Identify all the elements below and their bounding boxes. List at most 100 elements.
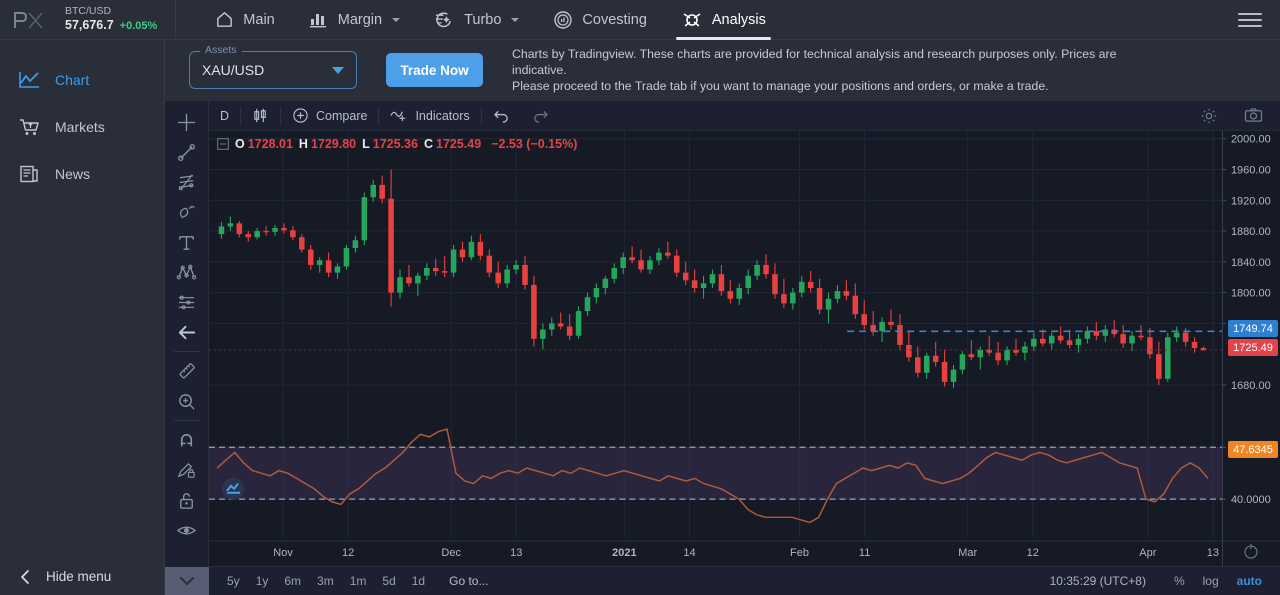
- range-5y[interactable]: 5y: [219, 574, 248, 588]
- percent-scale-button[interactable]: %: [1166, 574, 1193, 588]
- indicators-label: Indicators: [415, 109, 469, 123]
- hide-menu-label: Hide menu: [46, 569, 111, 584]
- main-nav: Main Margin: [198, 0, 783, 40]
- legend-h-label: H: [299, 137, 308, 151]
- ticker-change: +0.05%: [120, 19, 158, 34]
- log-scale-button[interactable]: log: [1195, 574, 1227, 588]
- brush-icon[interactable]: [165, 197, 209, 227]
- redo-button[interactable]: [521, 101, 560, 131]
- svg-text:11: 11: [859, 547, 870, 559]
- svg-text:1880.00: 1880.00: [1231, 226, 1271, 238]
- lock-icon[interactable]: [165, 485, 209, 515]
- compare-button[interactable]: Compare: [281, 101, 378, 131]
- ticker-btc-usd[interactable]: BTC/USD 57,676.7 +0.05%: [55, 0, 176, 40]
- cart-icon: [18, 117, 41, 137]
- indicators-button[interactable]: Indicators: [379, 101, 480, 131]
- nav-item-covesting[interactable]: Covesting: [536, 0, 663, 40]
- svg-text:2000.00: 2000.00: [1231, 134, 1271, 146]
- sidebar-label-chart: Chart: [55, 72, 89, 88]
- svg-text:14: 14: [683, 547, 695, 559]
- legend-l-label: L: [362, 137, 370, 151]
- sidebar-item-markets[interactable]: Markets: [18, 113, 164, 141]
- undo-icon: [493, 108, 510, 123]
- go-to-button[interactable]: Go to...: [449, 574, 488, 588]
- hamburger-icon[interactable]: [1238, 9, 1262, 31]
- chart-settings-button[interactable]: [1189, 101, 1229, 131]
- chart-type-button[interactable]: [241, 101, 280, 131]
- camera-icon: [1244, 107, 1263, 124]
- plus-circle-icon: [292, 107, 309, 124]
- svg-text:Dec: Dec: [441, 547, 461, 559]
- minus-box-icon[interactable]: [217, 138, 229, 150]
- range-6m[interactable]: 6m: [276, 574, 309, 588]
- assets-label: Assets: [200, 44, 242, 56]
- svg-text:2021: 2021: [612, 547, 636, 559]
- sidebar-label-markets: Markets: [55, 119, 105, 135]
- svg-text:Mar: Mar: [958, 547, 977, 559]
- disclaimer-line-2: Please proceed to the Trade tab if you w…: [512, 78, 1162, 94]
- interval-button[interactable]: D: [209, 101, 240, 131]
- nav-label-covesting: Covesting: [582, 12, 646, 28]
- sidebar-item-chart[interactable]: Chart: [18, 66, 164, 94]
- text-tool-icon[interactable]: [165, 227, 209, 257]
- range-3m[interactable]: 3m: [309, 574, 342, 588]
- pattern-icon[interactable]: [165, 257, 209, 287]
- fib-retracement-icon[interactable]: [165, 167, 209, 197]
- legend-o-value: 1728.01: [248, 137, 293, 151]
- nav-label-margin: Margin: [338, 12, 382, 28]
- ticker-price: 57,676.7: [65, 18, 114, 33]
- legend-l-value: 1725.36: [373, 137, 418, 151]
- svg-text:40.0000: 40.0000: [1231, 494, 1271, 506]
- news-icon: [18, 164, 41, 184]
- nav-item-main[interactable]: Main: [198, 0, 291, 40]
- range-1d[interactable]: 1d: [404, 574, 433, 588]
- covesting-icon: [553, 10, 573, 30]
- snapshot-button[interactable]: [1233, 101, 1274, 131]
- chart-clock: 10:35:29 (UTC+8): [1050, 574, 1146, 588]
- arrow-marker-icon[interactable]: [165, 317, 209, 347]
- nav-item-turbo[interactable]: Turbo: [417, 0, 536, 40]
- legend-change: −2.53 (−0.15%): [491, 137, 577, 151]
- rsi-value-badge: 47.6345: [1228, 441, 1278, 458]
- svg-text:Nov: Nov: [273, 547, 293, 559]
- toolbar-divider: [174, 420, 200, 421]
- forecast-icon[interactable]: [165, 287, 209, 317]
- lock-drawings-icon[interactable]: [165, 455, 209, 485]
- sidebar-label-news: News: [55, 166, 90, 182]
- chart-canvas[interactable]: 2000.001960.001920.001880.001840.001800.…: [209, 131, 1280, 566]
- hide-menu-button[interactable]: Hide menu: [0, 558, 164, 595]
- sidebar-item-news[interactable]: News: [18, 160, 164, 188]
- chevron-down-icon[interactable]: [165, 567, 209, 595]
- crosshair-cursor-icon[interactable]: [165, 107, 209, 137]
- top-navigation-bar: BTC/USD 57,676.7 +0.05% Main: [0, 0, 1280, 40]
- auto-scale-button[interactable]: auto: [1229, 574, 1270, 588]
- undo-button[interactable]: [482, 101, 521, 131]
- home-icon: [215, 10, 234, 29]
- range-1m[interactable]: 1m: [342, 574, 375, 588]
- chevron-left-icon: [18, 569, 32, 585]
- px-logo[interactable]: [0, 8, 55, 32]
- trend-line-icon[interactable]: [165, 137, 209, 167]
- nav-label-analysis: Analysis: [712, 12, 766, 28]
- chart-container: D Compare: [165, 100, 1280, 595]
- nav-item-margin[interactable]: Margin: [292, 0, 417, 40]
- page-body: Chart Markets: [0, 40, 1280, 595]
- eye-icon[interactable]: [165, 515, 209, 545]
- svg-text:1960.00: 1960.00: [1231, 164, 1271, 176]
- chart-section: Assets XAU/USD Trade Now Charts by Tradi…: [165, 40, 1280, 595]
- trading-platform-app: BTC/USD 57,676.7 +0.05% Main: [0, 0, 1280, 595]
- range-5d[interactable]: 5d: [374, 574, 403, 588]
- trade-now-button[interactable]: Trade Now: [386, 53, 483, 87]
- ruler-icon[interactable]: [165, 356, 209, 386]
- svg-text:12: 12: [342, 547, 354, 559]
- zoom-in-icon[interactable]: [165, 386, 209, 416]
- redo-icon: [532, 108, 549, 123]
- bars-icon: [309, 10, 329, 29]
- analysis-icon: [681, 10, 703, 30]
- assets-select[interactable]: Assets XAU/USD: [189, 51, 357, 89]
- magnet-icon[interactable]: [165, 425, 209, 455]
- nav-item-analysis[interactable]: Analysis: [664, 0, 783, 40]
- range-1y[interactable]: 1y: [248, 574, 277, 588]
- svg-text:1840.00: 1840.00: [1231, 257, 1271, 269]
- svg-text:1680.00: 1680.00: [1231, 380, 1271, 392]
